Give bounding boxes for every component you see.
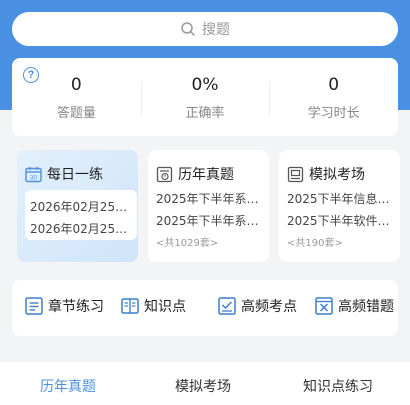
quick-label: 知识点 xyxy=(144,299,186,315)
search-icon xyxy=(181,22,195,36)
calendar-day: 30 xyxy=(30,174,38,181)
quick-label: 高频错题 xyxy=(338,299,394,315)
card-title: 每日一练 xyxy=(47,167,103,183)
knowledge-points-button[interactable]: 知识点 xyxy=(120,296,186,316)
mock-exam-card[interactable]: 模拟考场 2025下半年信息系… 2025下半年软件设… <共190套> xyxy=(279,150,400,262)
stat-study-time: 0 学习时长 xyxy=(269,74,398,121)
past-exam-item[interactable]: 2025年下半年系统… xyxy=(156,188,264,210)
stat-label: 答题量 xyxy=(56,105,96,121)
stats-card: ? 0 答题量 0% 正确率 0 学习时长 xyxy=(12,58,398,136)
past-exams-count: <共1029套> xyxy=(156,238,219,249)
stat-value: 0 xyxy=(328,74,340,95)
quick-label: 章节练习 xyxy=(48,299,104,315)
card-header: 历年真题 xyxy=(156,164,234,184)
daily-item[interactable]: 2026年02月25日… xyxy=(30,196,134,218)
quick-actions: 章节练习 知识点 高频考点 高频错题 xyxy=(12,280,398,336)
card-header: 30 每日一练 xyxy=(25,164,103,184)
daily-practice-card[interactable]: 30 每日一练 2026年02月25日… 2026年02月25日… xyxy=(17,150,138,262)
past-exams-card[interactable]: 历年真题 2025年下半年系统… 2025年下半年系统… <共1029套> xyxy=(148,150,269,262)
tab-past-exams[interactable]: 历年真题 xyxy=(40,376,96,396)
book-icon xyxy=(121,298,139,314)
tab-knowledge-practice[interactable]: 知识点练习 xyxy=(303,376,373,396)
past-exam-item[interactable]: 2025年下半年系统… xyxy=(156,210,264,232)
exam-paper-icon xyxy=(156,166,173,182)
mock-exam-item[interactable]: 2025下半年软件设… xyxy=(287,210,395,232)
mock-exam-item[interactable]: 2025下半年信息系… xyxy=(287,188,395,210)
stat-value: 0% xyxy=(191,74,219,95)
search-placeholder: 搜题 xyxy=(202,22,230,38)
card-header: 模拟考场 xyxy=(287,164,365,184)
card-title: 模拟考场 xyxy=(309,167,365,183)
list-doc-icon xyxy=(25,297,43,315)
stat-answered: 0 答题量 xyxy=(12,74,141,121)
frequent-topics-button[interactable]: 高频考点 xyxy=(217,296,297,316)
search-bar[interactable]: 搜题 xyxy=(12,12,398,46)
daily-item[interactable]: 2026年02月25日… xyxy=(30,218,134,240)
mock-exam-count: <共190套> xyxy=(287,238,343,249)
chapter-practice-button[interactable]: 章节练习 xyxy=(24,296,104,316)
stat-label: 学习时长 xyxy=(307,105,360,121)
x-box-icon xyxy=(315,297,333,315)
check-box-icon xyxy=(218,297,236,315)
quick-label: 高频考点 xyxy=(241,299,297,315)
bottom-tabs: 历年真题 模拟考场 知识点练习 xyxy=(0,362,410,405)
frequent-mistakes-button[interactable]: 高频错题 xyxy=(314,296,394,316)
monitor-doc-icon xyxy=(287,166,304,182)
daily-list: 2026年02月25日… 2026年02月25日… xyxy=(25,190,137,240)
stat-accuracy: 0% 正确率 xyxy=(140,74,270,121)
past-exams-list: 2025年下半年系统… 2025年下半年系统… <共1029套> xyxy=(156,188,264,249)
calendar-icon: 30 xyxy=(25,166,42,182)
stat-value: 0 xyxy=(70,74,82,95)
stat-label: 正确率 xyxy=(185,105,225,121)
mock-exam-list: 2025下半年信息系… 2025下半年软件设… <共190套> xyxy=(287,188,395,249)
card-title: 历年真题 xyxy=(178,167,234,183)
tab-mock-exam[interactable]: 模拟考场 xyxy=(175,376,231,396)
